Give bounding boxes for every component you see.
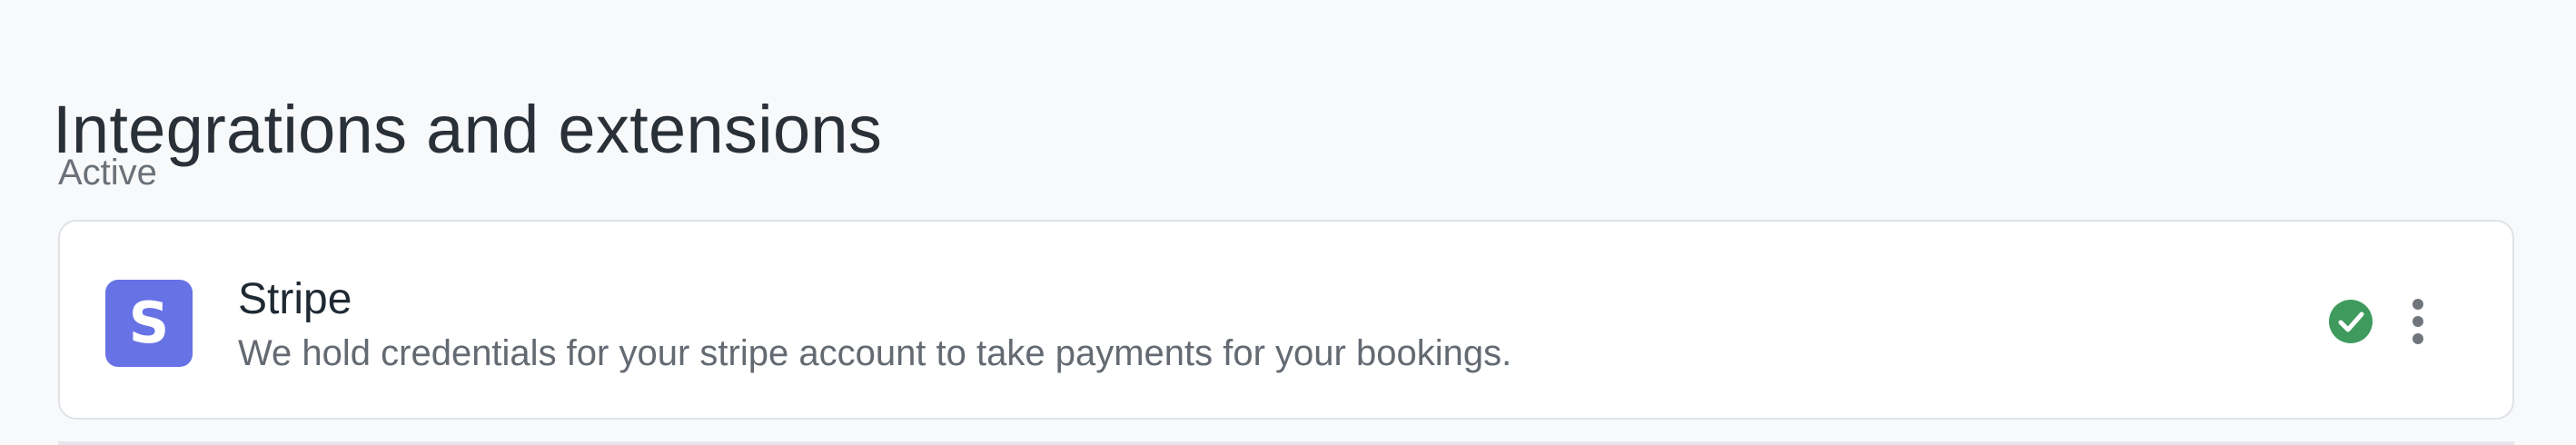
- integration-description: We hold credentials for your stripe acco…: [238, 333, 1512, 373]
- more-vertical-icon: [2413, 299, 2423, 344]
- integrations-page: Integrations and extensions Active S Str…: [0, 0, 2576, 445]
- integration-name: Stripe: [238, 275, 352, 323]
- more-options-button[interactable]: [2389, 292, 2447, 351]
- check-circle-icon: [2329, 300, 2373, 343]
- section-label-active: Active: [58, 153, 157, 193]
- stripe-logo-letter: S: [128, 290, 170, 356]
- integration-card-stripe: S Stripe We hold credentials for your st…: [58, 220, 2514, 420]
- page-title: Integrations and extensions: [53, 91, 883, 167]
- divider: [58, 441, 2514, 445]
- stripe-logo-icon: S: [105, 280, 193, 367]
